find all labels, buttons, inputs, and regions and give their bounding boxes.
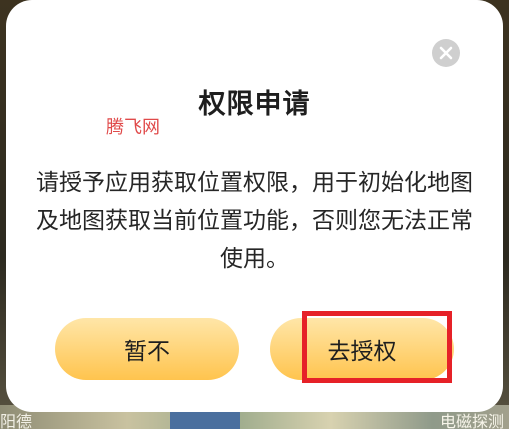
close-icon — [439, 46, 453, 60]
close-button[interactable] — [432, 39, 460, 67]
permission-dialog: 权限申请 腾飞网 请授予应用获取位置权限，用于初始化地图及地图获取当前位置功能，… — [6, 0, 503, 412]
dialog-message: 请授予应用获取位置权限，用于初始化地图及地图获取当前位置功能，否则您无法正常使用… — [36, 170, 473, 272]
cancel-button[interactable]: 暂不 — [55, 318, 239, 380]
authorize-button[interactable]: 去授权 — [270, 318, 454, 380]
watermark-text: 腾飞网 — [106, 117, 160, 138]
dialog-title: 权限申请 — [198, 89, 311, 120]
